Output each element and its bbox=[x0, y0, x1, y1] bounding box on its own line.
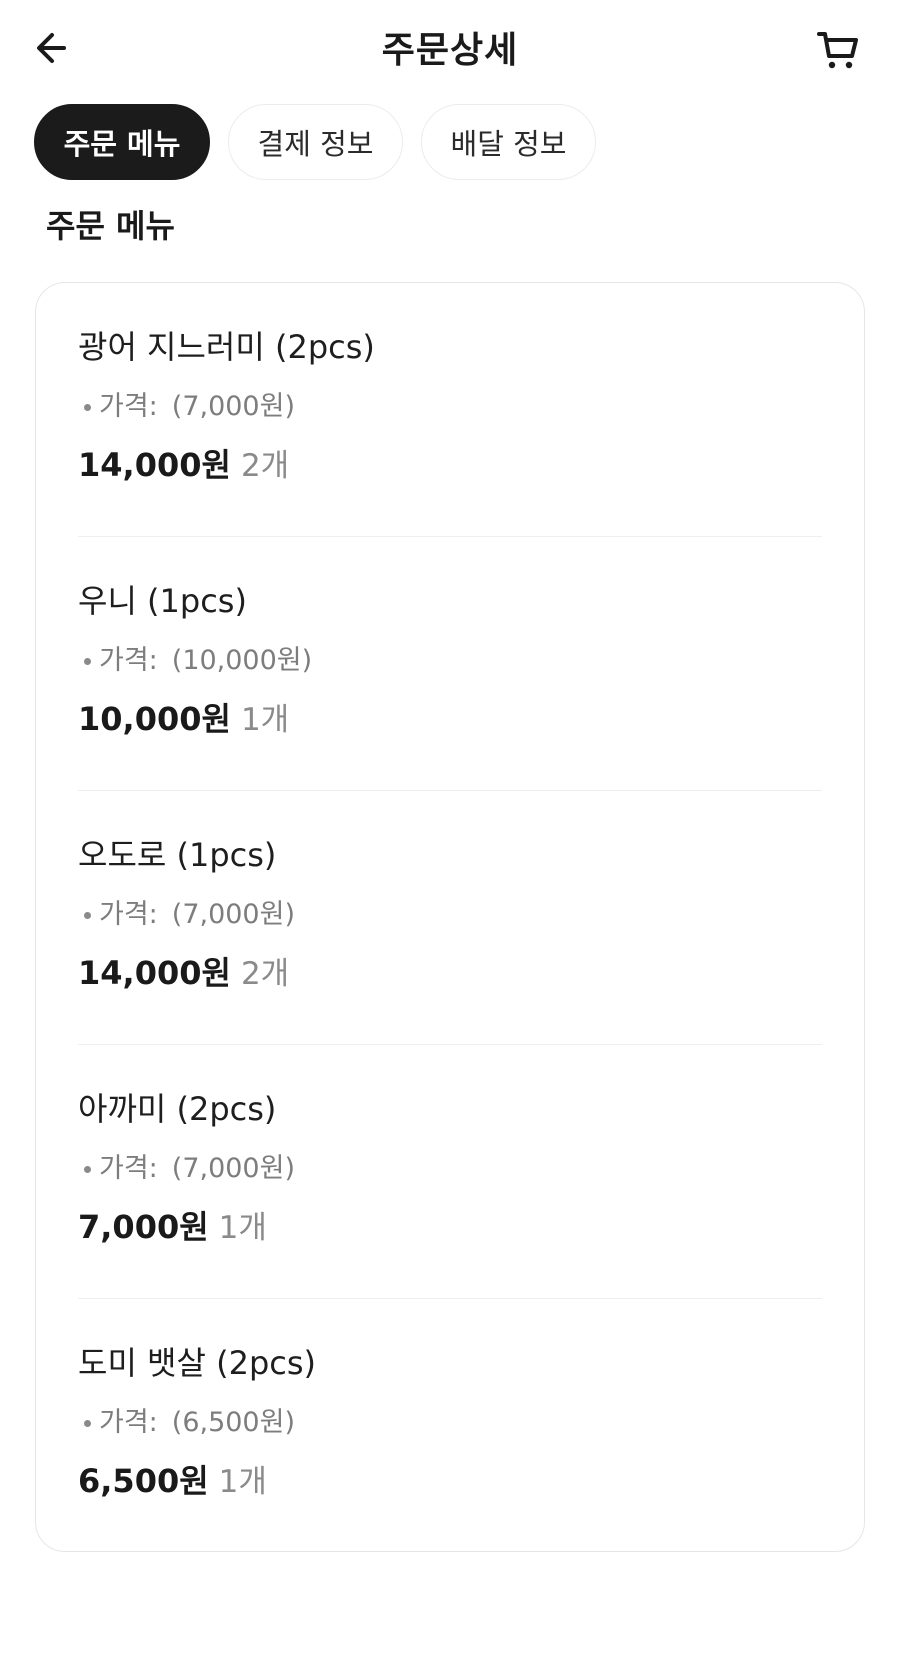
total-amount: 14,000원 bbox=[78, 954, 231, 992]
bullet-icon bbox=[84, 911, 91, 919]
bullet-icon bbox=[84, 657, 91, 665]
quantity: 2개 bbox=[240, 448, 290, 484]
bullet-icon bbox=[84, 403, 91, 411]
quantity: 1개 bbox=[240, 702, 290, 738]
item-total: 6,500원 1개 bbox=[78, 1457, 822, 1505]
unit-price: (7,000원) bbox=[171, 1153, 295, 1184]
item-name: 오도로 (1pcs) bbox=[78, 836, 277, 874]
item-total: 14,000원 2개 bbox=[78, 949, 822, 997]
unit-price: (7,000원) bbox=[171, 391, 295, 422]
arrow-left-icon bbox=[37, 33, 66, 63]
item-total: 7,000원 1개 bbox=[78, 1203, 822, 1251]
price-label: 가격: bbox=[99, 645, 158, 676]
quantity: 1개 bbox=[218, 1210, 267, 1246]
item-price-line: 가격: (10,000원) bbox=[78, 641, 822, 681]
unit-price: (6,500원) bbox=[171, 1407, 295, 1438]
unit-price: (10,000원) bbox=[171, 645, 313, 676]
page-title: 주문상세 bbox=[381, 30, 519, 71]
back-button[interactable] bbox=[30, 26, 74, 70]
list-item: 광어 지느러미 (2pcs) 가격: (7,000원) 14,000원 2개 bbox=[78, 283, 822, 537]
app-header: 주문상세 bbox=[0, 0, 900, 98]
item-price-line: 가격: (7,000원) bbox=[78, 1149, 822, 1189]
bullet-icon bbox=[84, 1165, 91, 1173]
cart-button[interactable] bbox=[814, 26, 862, 74]
tab-order-menu[interactable]: 주문 메뉴 bbox=[34, 104, 210, 180]
price-label: 가격: bbox=[99, 1153, 158, 1184]
order-items-card: 광어 지느러미 (2pcs) 가격: (7,000원) 14,000원 2개 우… bbox=[35, 282, 865, 1552]
item-name: 아까미 (2pcs) bbox=[78, 1090, 277, 1128]
item-price-line: 가격: (7,000원) bbox=[78, 387, 822, 427]
list-item: 우니 (1pcs) 가격: (10,000원) 10,000원 1개 bbox=[78, 537, 822, 791]
item-name: 우니 (1pcs) bbox=[78, 582, 247, 620]
item-total: 14,000원 2개 bbox=[78, 441, 822, 489]
tab-bar: 주문 메뉴 결제 정보 배달 정보 bbox=[0, 104, 900, 180]
item-name: 광어 지느러미 (2pcs) bbox=[78, 328, 375, 366]
item-total: 10,000원 1개 bbox=[78, 695, 822, 743]
list-item: 아까미 (2pcs) 가격: (7,000원) 7,000원 1개 bbox=[78, 1045, 822, 1299]
list-item: 도미 뱃살 (2pcs) 가격: (6,500원) 6,500원 1개 bbox=[78, 1299, 822, 1551]
tab-payment-info[interactable]: 결제 정보 bbox=[228, 104, 403, 180]
price-label: 가격: bbox=[99, 391, 158, 422]
cart-icon bbox=[817, 32, 858, 69]
quantity: 2개 bbox=[240, 956, 290, 992]
total-amount: 7,000원 bbox=[78, 1208, 209, 1246]
section-title: 주문 메뉴 bbox=[46, 207, 175, 245]
item-price-line: 가격: (6,500원) bbox=[78, 1403, 822, 1443]
total-amount: 6,500원 bbox=[78, 1462, 209, 1500]
quantity: 1개 bbox=[218, 1464, 267, 1500]
unit-price: (7,000원) bbox=[171, 899, 295, 930]
total-amount: 10,000원 bbox=[78, 700, 231, 738]
price-label: 가격: bbox=[99, 899, 158, 930]
total-amount: 14,000원 bbox=[78, 446, 231, 484]
bullet-icon bbox=[84, 1419, 91, 1427]
item-price-line: 가격: (7,000원) bbox=[78, 895, 822, 935]
list-item: 오도로 (1pcs) 가격: (7,000원) 14,000원 2개 bbox=[78, 791, 822, 1045]
tab-delivery-info[interactable]: 배달 정보 bbox=[421, 104, 596, 180]
item-name: 도미 뱃살 (2pcs) bbox=[78, 1344, 317, 1382]
price-label: 가격: bbox=[99, 1407, 158, 1438]
